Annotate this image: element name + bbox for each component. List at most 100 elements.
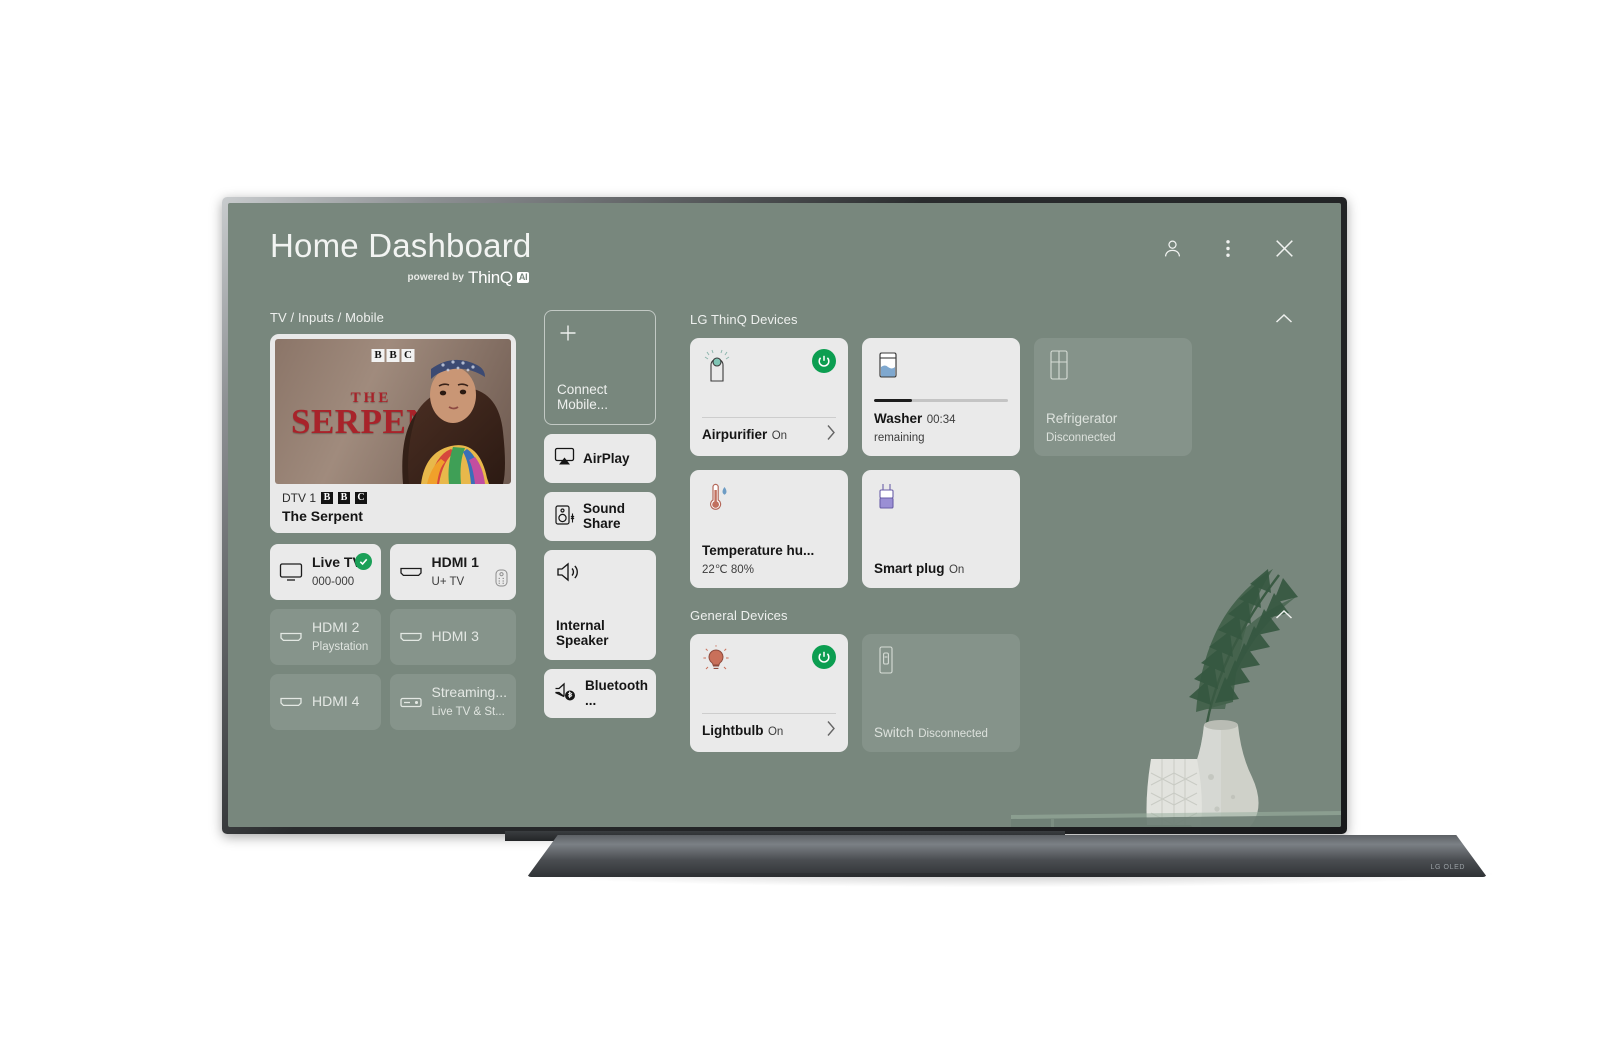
input-tile-hdmi-2[interactable]: HDMI 2 Playstation bbox=[270, 608, 381, 665]
input-tile-streaming-box[interactable]: Streaming... Live TV & St... bbox=[389, 673, 516, 730]
dashboard-header: Home Dashboard powered by ThinQ AI bbox=[270, 228, 1297, 288]
device-state: 22℃ 80% bbox=[702, 563, 754, 576]
device-state: Disconnected bbox=[1046, 431, 1116, 444]
tv-set: Home Dashboard powered by ThinQ AI TV / … bbox=[222, 197, 1492, 887]
device-name: Lightbulb bbox=[702, 722, 764, 738]
input-tile-hdmi-3[interactable]: HDMI 3 bbox=[389, 608, 516, 665]
washer-progress-bar bbox=[874, 398, 1008, 402]
device-card-top bbox=[702, 348, 836, 389]
section-title-inputs: TV / Inputs / Mobile bbox=[270, 309, 384, 325]
device-state: On bbox=[771, 429, 788, 442]
device-card-top bbox=[874, 349, 1008, 389]
streaming-box-icon bbox=[399, 693, 423, 711]
connect-mobile-button[interactable]: Connect Mobile... bbox=[544, 309, 656, 425]
device-card-bottom: Refrigerator Disconnected bbox=[1046, 410, 1180, 446]
section-header-inputs: TV / Inputs / Mobile bbox=[270, 310, 516, 325]
internal-speaker-button[interactable]: Internal Speaker bbox=[544, 549, 656, 660]
device-card-bottom: Airpurifier On bbox=[702, 424, 836, 446]
input-tile-hdmi-1[interactable]: HDMI 1 U+ TV bbox=[389, 543, 516, 600]
preview-channel-number: DTV 1 bbox=[282, 490, 317, 505]
device-card-smart-plug[interactable]: Smart plug On bbox=[862, 469, 1020, 588]
connect-mobile-label: Connect Mobile... bbox=[557, 381, 609, 412]
input-label: HDMI 2 bbox=[312, 618, 360, 635]
tv-shadow bbox=[522, 873, 1492, 887]
preview-channel-line: DTV 1 B B C bbox=[282, 491, 504, 505]
preview-metadata: DTV 1 B B C The Serpent bbox=[275, 483, 511, 533]
device-text: Switch Disconnected bbox=[874, 724, 988, 742]
sound-share-icon bbox=[554, 504, 575, 529]
input-label: HDMI 3 bbox=[431, 627, 479, 644]
input-sublabel: 000-000 bbox=[312, 575, 355, 588]
power-toggle-button[interactable] bbox=[812, 644, 836, 669]
device-card-lightbulb[interactable]: Lightbulb On bbox=[690, 633, 848, 752]
bluetooth-speaker-icon bbox=[554, 681, 577, 705]
column-inputs: TV / Inputs / Mobile B B C THE SERPENT D… bbox=[270, 310, 516, 752]
input-text: HDMI 4 bbox=[312, 693, 359, 711]
wall-switch-icon bbox=[874, 645, 898, 682]
device-text: Refrigerator Disconnected bbox=[1046, 410, 1180, 446]
device-card-body: Smart plug On bbox=[874, 560, 1008, 578]
input-tile-hdmi-4[interactable]: HDMI 4 bbox=[270, 673, 381, 730]
chevron-up-icon[interactable] bbox=[1271, 310, 1297, 329]
section-header-general: General Devices bbox=[690, 606, 1297, 625]
input-label: HDMI 1 bbox=[431, 553, 479, 570]
device-card-washer[interactable]: Washer 00:34 remaining bbox=[862, 337, 1020, 456]
more-options-icon[interactable] bbox=[1215, 235, 1241, 261]
chevron-right-icon[interactable] bbox=[826, 720, 836, 742]
preview-thumbnail: B B C THE SERPENT bbox=[275, 338, 511, 484]
device-card-body: Airpurifier On bbox=[702, 416, 836, 446]
general-device-grid: Lightbulb On Switch Disconnected bbox=[690, 633, 1297, 752]
internal-speaker-label: Internal Speaker bbox=[556, 617, 609, 648]
chevron-right-icon[interactable] bbox=[826, 424, 836, 446]
bbc-letter: B bbox=[338, 491, 351, 504]
device-name: Smart plug bbox=[874, 560, 945, 576]
input-text: HDMI 3 bbox=[432, 628, 479, 646]
device-card-top bbox=[874, 645, 1008, 685]
device-card-refrigerator[interactable]: Refrigerator Disconnected bbox=[1034, 337, 1192, 456]
section-title-general: General Devices bbox=[690, 607, 788, 623]
device-card-temperature-humidity[interactable]: Temperature hu... 22℃ 80% bbox=[690, 469, 848, 588]
header-actions bbox=[1159, 229, 1297, 261]
thinq-device-grid: Airpurifier On Washer 00:34 remaining Re… bbox=[690, 337, 1297, 588]
device-card-airpurifier[interactable]: Airpurifier On bbox=[690, 337, 848, 456]
device-card-bottom: Temperature hu... 22℃ 80% bbox=[702, 542, 836, 578]
input-tile-grid: Live TV 000-000 HDMI 1 U+ TV HDMI 2 Play… bbox=[270, 543, 516, 730]
device-state: Disconnected bbox=[918, 727, 988, 740]
close-icon[interactable] bbox=[1271, 235, 1297, 261]
tv-brand-mark: LG OLED bbox=[1430, 864, 1465, 871]
device-card-body: Refrigerator Disconnected bbox=[1046, 410, 1180, 446]
device-card-bottom: Washer 00:34 remaining bbox=[874, 410, 1008, 446]
active-check-icon bbox=[354, 552, 372, 570]
bluetooth-label: Bluetooth ... bbox=[585, 678, 648, 709]
poster-person-image bbox=[402, 359, 505, 484]
device-name: Temperature hu... bbox=[702, 542, 815, 558]
airplay-icon bbox=[554, 447, 575, 469]
device-name: Washer bbox=[874, 410, 923, 426]
device-card-top bbox=[702, 481, 836, 521]
section-title-thinq: LG ThinQ Devices bbox=[690, 311, 798, 327]
hdmi-icon bbox=[279, 693, 303, 711]
airplay-label: AirPlay bbox=[583, 450, 630, 466]
input-label: HDMI 4 bbox=[312, 692, 360, 709]
bbc-letter: C bbox=[355, 491, 368, 504]
input-tile-live-tv[interactable]: Live TV 000-000 bbox=[270, 543, 381, 600]
section-header-thinq: LG ThinQ Devices bbox=[690, 310, 1297, 329]
device-card-body: Washer 00:34 remaining bbox=[874, 398, 1008, 446]
device-name: Switch bbox=[874, 724, 914, 740]
input-sublabel: Playstation bbox=[312, 640, 369, 653]
airpurifier-icon bbox=[702, 349, 732, 388]
chevron-up-icon[interactable] bbox=[1271, 606, 1297, 625]
divider bbox=[702, 712, 836, 714]
device-card-bottom: Switch Disconnected bbox=[874, 724, 1008, 742]
current-input-preview-card[interactable]: B B C THE SERPENT DTV 1 B B C The Serpen… bbox=[270, 333, 516, 533]
thermometer-icon bbox=[702, 481, 730, 518]
power-toggle-button[interactable] bbox=[812, 348, 836, 373]
airplay-button[interactable]: AirPlay bbox=[544, 433, 656, 483]
profile-icon[interactable] bbox=[1159, 235, 1185, 261]
device-card-switch[interactable]: Switch Disconnected bbox=[862, 633, 1020, 752]
bluetooth-button[interactable]: Bluetooth ... bbox=[544, 668, 656, 718]
tv-bezel: Home Dashboard powered by ThinQ AI TV / … bbox=[222, 197, 1347, 834]
sound-share-button[interactable]: Sound Share bbox=[544, 491, 656, 541]
device-text: Smart plug On bbox=[874, 560, 964, 578]
hdmi-icon bbox=[399, 563, 423, 581]
